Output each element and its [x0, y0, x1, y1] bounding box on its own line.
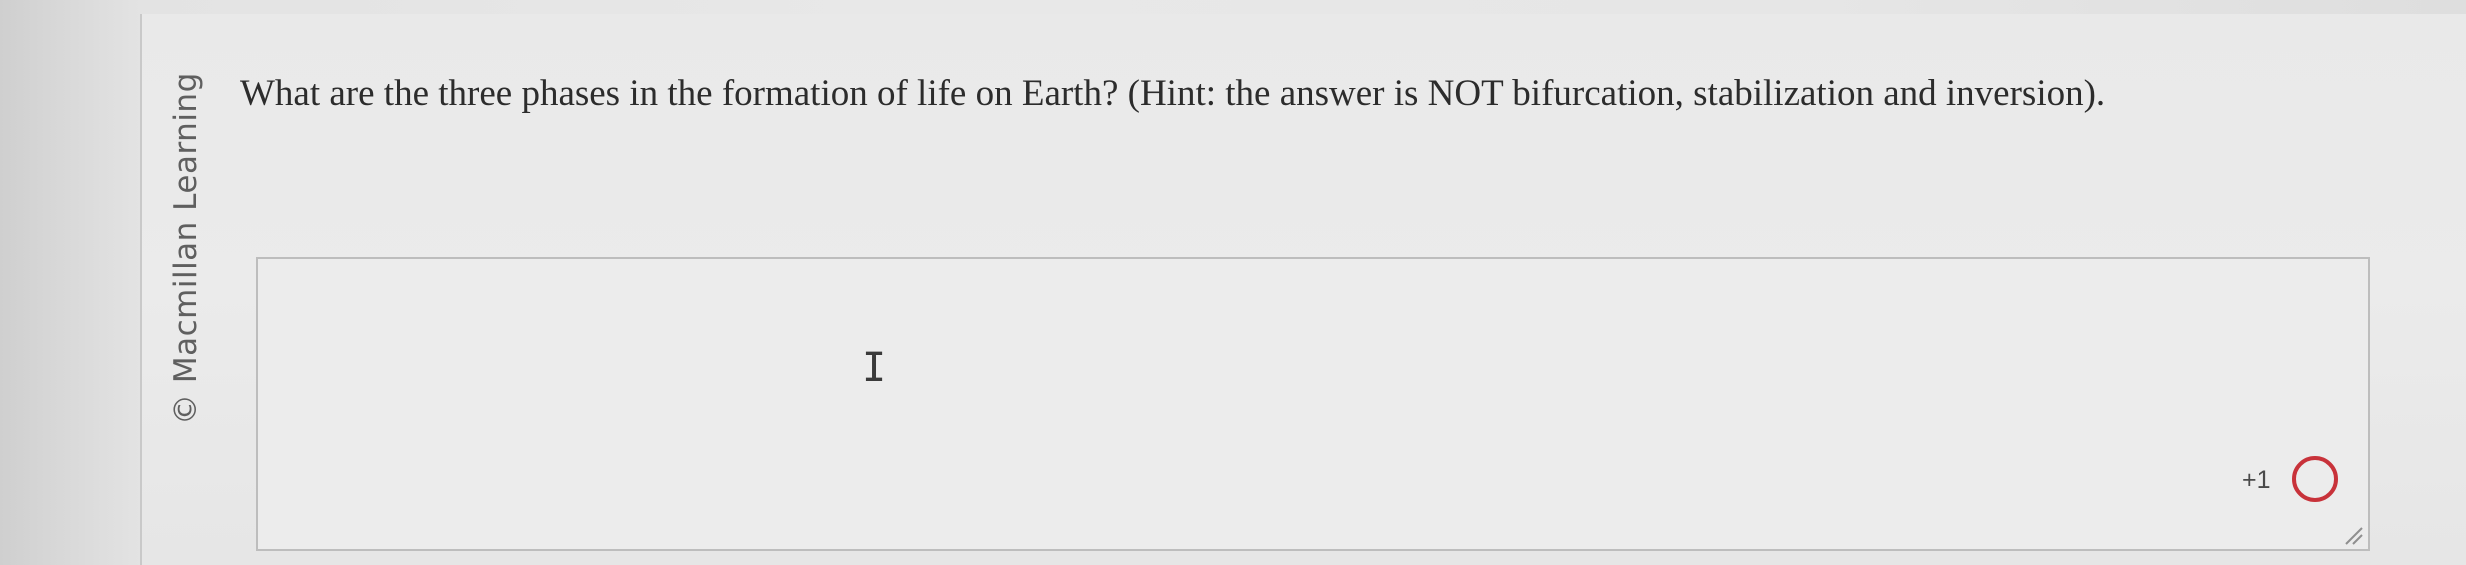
incomplete-status-icon — [2292, 456, 2338, 502]
text-cursor-icon: I — [862, 345, 887, 391]
resize-handle-icon[interactable] — [2342, 524, 2364, 546]
answer-textarea[interactable] — [256, 257, 2370, 551]
copyright-watermark: © Macmillan Learning — [168, 72, 204, 425]
question-text: What are the three phases in the formati… — [240, 73, 2106, 114]
points-label: +1 — [2242, 466, 2271, 494]
